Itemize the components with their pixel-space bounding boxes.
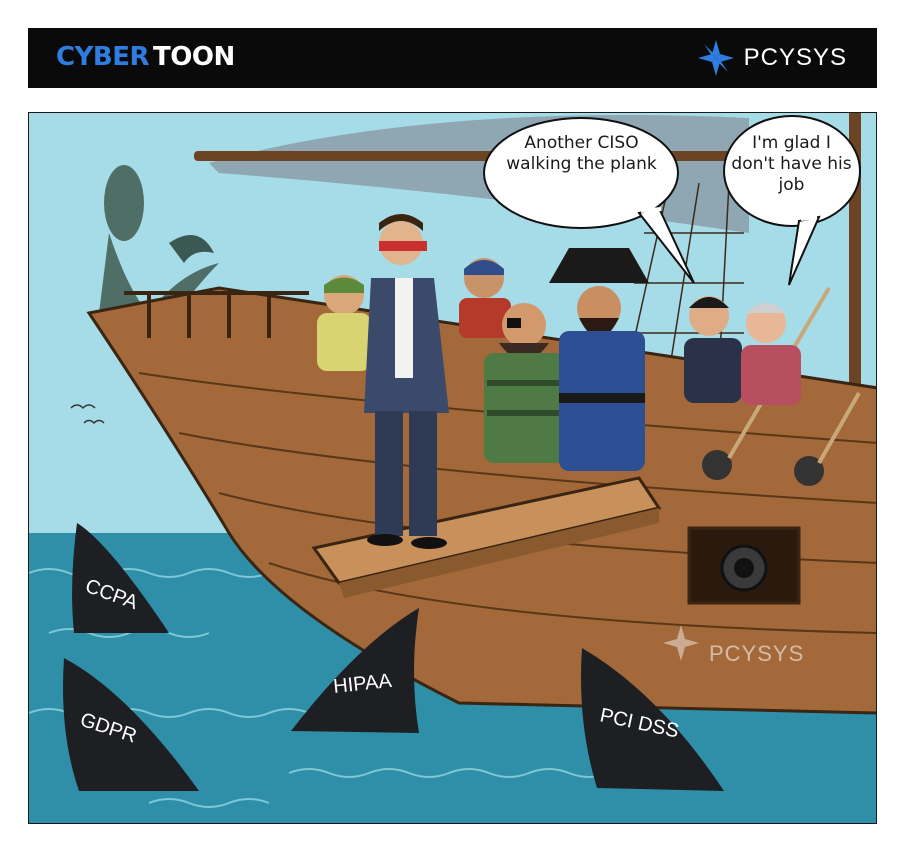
cartoon-panel: CCPA GDPR HIPAA PCI DSS Another CISO wal… [28, 112, 877, 824]
cybertoon-logo: CYBER TOON [56, 42, 235, 72]
brand-toon: TOON [153, 42, 235, 72]
speech-bubble-2-text: I'm glad I don't have his job [731, 133, 852, 195]
cannon-muzzle [734, 558, 754, 578]
pcysys-logo: PCYSYS [696, 40, 847, 76]
header-bar: CYBER TOON PCYSYS [28, 28, 877, 88]
watermark-text: PCYSYS [709, 641, 805, 666]
brand-cyber: CYBER [56, 42, 150, 72]
cartoon-illustration: CCPA GDPR HIPAA PCI DSS [29, 113, 876, 823]
pcysys-logo-icon [697, 40, 734, 76]
pcysys-logo-text: PCYSYS [743, 44, 847, 71]
speech-bubble-1-text: Another CISO walking the plank [506, 133, 657, 174]
rigging-block-left [702, 450, 732, 480]
